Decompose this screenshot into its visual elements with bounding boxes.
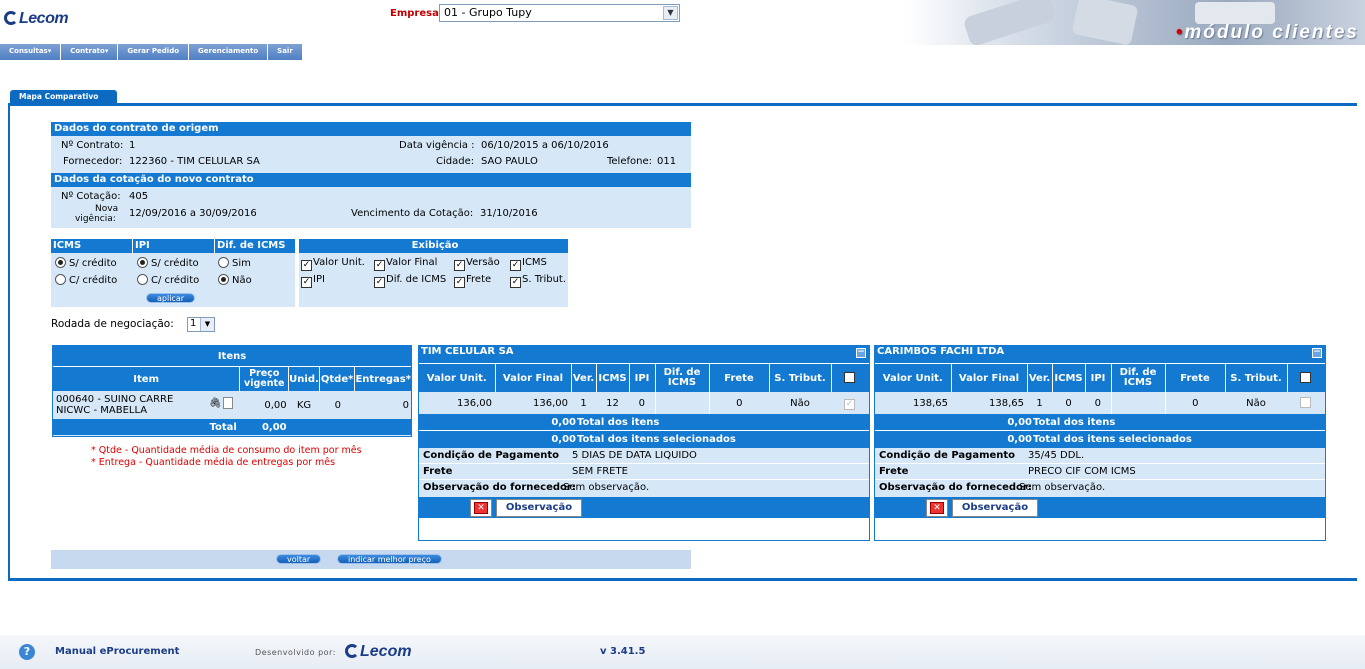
supplier-panel-carimbos: CARIMBOS FACHI LTDA − Valor Unit. Valor … [874,345,1326,541]
rodada-select[interactable]: 1 ▼ [187,317,215,332]
exibicao-panel: Exibição ✓ Valor Unit. ✓ Valor Final ✓ Vers… [299,239,568,307]
version: v 3.41.5 [600,646,646,657]
lecom-swirl-icon [4,11,18,25]
row-select-checkbox[interactable] [1300,397,1311,408]
ipi-s-credito-radio[interactable]: S/ crédito [137,257,199,269]
exib-versao-checkbox[interactable]: ✓ Versão [454,257,500,271]
origem-title: Dados do contrato de origem [51,122,691,136]
contrato-value: 1 [129,140,136,151]
module-banner: •módulo clientes [905,0,1365,45]
supplier-name: TIM CELULAR SA [421,346,514,357]
exib-dif-icms-checkbox[interactable]: ✓ Dif. de ICMS [374,274,446,288]
exib-valor-unit-checkbox[interactable]: ✓ Valor Unit. [301,257,365,271]
observacao-button[interactable]: Observação [496,499,582,517]
help-icon[interactable]: ? [19,644,35,660]
supplier-name: CARIMBOS FACHI LTDA [877,346,1005,357]
observacao-value: Sem observação. [563,482,650,493]
itens-title: Itens [53,346,411,367]
dif-nao-radio[interactable]: Não [218,274,252,286]
fornecedor-value: 122360 - TIM CELULAR SA [129,156,260,167]
condicao-pagamento: 35/45 DDL. [1028,450,1085,461]
menu-contrato[interactable]: Contrato▾ [61,44,119,60]
voltar-button[interactable]: voltar [276,554,322,564]
frete-value: PRECO CIF COM ICMS [1028,466,1136,477]
observacao-value: Sem observação. [1019,482,1106,493]
menu-sair[interactable]: Sair [268,44,303,60]
close-icon: ✕ [474,502,488,514]
itens-notes: * Qtde - Quantidade média de consumo do … [91,445,362,468]
icms-s-credito-radio[interactable]: S/ crédito [55,257,117,269]
table-row: 136,00 136,00 1 12 0 0 Não ✓ [419,392,869,414]
cotacao-title: Dados da cotação do novo contrato [51,173,691,187]
cotacao-value: 405 [129,191,149,202]
dif-sim-radio[interactable]: Sim [218,257,251,269]
aplicar-button[interactable]: aplicar [146,293,196,303]
vencimento-value: 31/10/2016 [480,208,538,219]
exib-s-tribut-checkbox[interactable]: ✓ S. Tribut. [510,274,566,288]
delete-button[interactable]: ✕ [470,499,492,517]
exib-ipi-checkbox[interactable]: ✓ IPI [301,274,325,288]
delete-button[interactable]: ✕ [926,499,948,517]
header: Lecom Empresa: 01 - Grupo Tupy ▼ •módulo … [0,0,1365,45]
lecom-logo: Lecom [4,10,69,28]
menu-gerenciamento[interactable]: Gerenciamento [189,44,269,60]
select-all-checkbox[interactable] [844,372,856,383]
item-name: 000640 - SUINO CARRE NICWC - MABELLA [56,394,174,416]
chevron-down-icon[interactable]: ▼ [663,6,678,20]
footer: ? Manual eProcurement Desenvolvido por: … [0,635,1365,669]
exib-icms-checkbox[interactable]: ✓ ICMS [510,257,547,271]
telefone-value: 011 [657,156,677,167]
main-menu: Consultas▾ Contrato▾ Gerar Pedido Gerenc… [0,44,303,60]
select-all-checkbox[interactable] [1300,372,1312,383]
rodada-label: Rodada de negociação: [51,318,174,330]
action-bar: voltar indicar melhor preço [51,550,691,569]
chevron-down-icon[interactable]: ▼ [200,318,214,331]
lecom-swirl-icon [345,644,359,658]
cidade-value: SAO PAULO [481,156,538,167]
empresa-select[interactable]: 01 - Grupo Tupy ▼ [439,4,680,22]
menu-gerar-pedido[interactable]: Gerar Pedido [118,44,190,60]
nova-vigencia-value: 12/09/2016 a 30/09/2016 [129,208,257,219]
module-title: módulo clientes [1184,22,1359,43]
tab-mapa-comparativo[interactable]: Mapa Comparativo [10,90,117,104]
row-select-checkbox[interactable]: ✓ [844,399,855,410]
manual-link[interactable]: Manual eProcurement [55,646,179,657]
ipi-c-credito-radio[interactable]: C/ crédito [137,274,199,286]
filtros-panel: ICMS IPI Dif. de ICMS S/ crédito C/ créd… [51,239,295,307]
supplier-panel-tim: TIM CELULAR SA − Valor Unit. Valor Final… [418,345,870,541]
itens-panel: Itens Item Preço vigente Unid. Qtde* Ent… [52,345,412,437]
exib-frete-checkbox[interactable]: ✓ Frete [454,274,491,288]
document-icon[interactable] [223,397,233,409]
frete-value: SEM FRETE [572,466,628,477]
collapse-icon[interactable]: − [1312,348,1322,358]
table-row: 138,65 138,65 1 0 0 0 Não [875,392,1325,414]
footer-lecom-logo: Lecom [345,643,412,661]
origem-section: Dados do contrato de origem Nº Contrato:… [51,122,691,228]
observacao-button[interactable]: Observação [952,499,1038,517]
menu-consultas[interactable]: Consultas▾ [0,44,62,60]
paperclip-icon[interactable]: 🖇 [209,398,222,409]
close-icon: ✕ [930,502,944,514]
vigencia-value: 06/10/2015 a 06/10/2016 [481,140,609,151]
empresa-label: Empresa: [390,8,443,19]
collapse-icon[interactable]: − [856,348,866,358]
exib-valor-final-checkbox[interactable]: ✓ Valor Final [374,257,437,271]
indicar-melhor-preco-button[interactable]: indicar melhor preço [337,554,442,564]
icms-c-credito-radio[interactable]: C/ crédito [55,274,117,286]
condicao-pagamento: 5 DIAS DE DATA LIQUIDO [572,450,697,461]
table-row: 000640 - SUINO CARRE NICWC - MABELLA 🖇 0,… [56,394,409,416]
itens-total: 0,00 [261,421,287,433]
